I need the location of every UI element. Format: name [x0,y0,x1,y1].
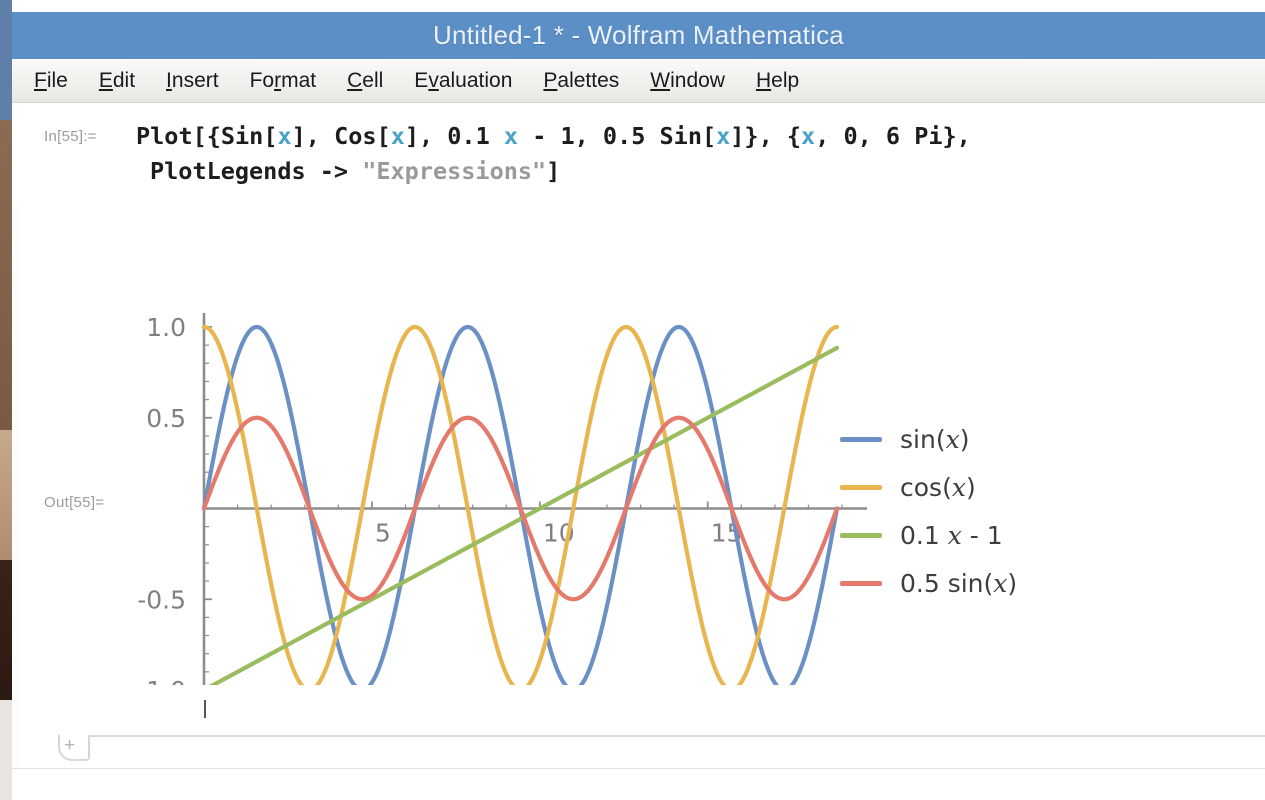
menu-item-cell[interactable]: Cell [347,70,383,91]
plot-legend: sin(x) cos(x) 0.1 x - 1 0.5 sin(x) [840,415,1070,607]
menu-item-edit-mnemonic: E [98,69,113,92]
legend-swatch-linear [840,532,882,538]
svg-text:5: 5 [375,519,391,548]
menu-item-help-rest: elp [771,69,800,92]
plus-icon[interactable]: + [64,733,75,759]
legend-item-linear[interactable]: 0.1 x - 1 [840,511,1070,559]
code-token-5: ], 0.1 [404,122,504,150]
status-bar [12,768,1265,800]
legend-swatch-sin [840,436,882,442]
input-cell-code[interactable]: Plot[{Sin[x], Cos[x], 0.1 x - 1, 0.5 Sin… [136,119,1196,189]
code-token-7: - 1, 0.5 Sin[ [518,122,717,150]
menu-item-evaluation[interactable]: Evaluation [414,70,512,91]
code-line-2: PlotLegends -> "Expressions"] [136,154,1196,189]
menu-item-cell-mnemonic: C [347,69,363,92]
menu-item-evaluation-pre: E [414,69,429,92]
input-cell-label: In[55]:= [44,128,97,145]
legend-item-halfsin[interactable]: 0.5 sin(x) [840,559,1070,607]
menu-item-file-mnemonic: F [34,69,47,92]
code-token-8: x [716,122,731,150]
menu-item-file-rest: ile [46,69,68,92]
menu-item-window-mnemonic: W [650,69,671,92]
menu-item-evaluation-mnemonic: v [428,69,439,92]
svg-text:0.5: 0.5 [146,404,186,433]
legend-label-cos: cos(x) [900,472,976,502]
legend-label-linear: 0.1 x - 1 [900,520,1003,550]
code-token-11: , 0, 6 Pi}, [815,122,971,150]
code-token-3: ], Cos[ [291,122,391,150]
legend-item-cos[interactable]: cos(x) [840,463,1070,511]
legend-swatch-cos [840,484,882,490]
legend-label-halfsin: 0.5 sin(x) [900,568,1018,598]
menu-item-palettes-mnemonic: P [543,69,558,92]
legend-swatch-halfsin [840,580,882,586]
svg-text:1.0: 1.0 [146,313,186,342]
menu-item-format-pre: Fo [249,69,275,92]
legend-item-sin[interactable]: sin(x) [840,415,1070,463]
code-token-2: x [277,122,292,150]
menu-item-help-mnemonic: H [755,69,772,92]
svg-text:-0.5: -0.5 [137,585,186,614]
window-title: Untitled-1 * - Wolfram Mathematica [433,20,844,50]
code-token-13: "Expressions" [362,157,547,185]
svg-text:-1.0: -1.0 [137,676,186,685]
mathematica-window: Untitled-1 * - Wolfram Mathematica File … [12,0,1265,800]
menu-item-edit-rest: dit [112,69,136,92]
menu-item-evaluation-rest: aluation [438,69,513,92]
code-token-9: ]}, { [730,122,802,150]
notebook-left-gutter [12,206,20,800]
menu-item-insert-rest: nsert [171,69,219,92]
title-bar[interactable]: Untitled-1 * - Wolfram Mathematica [12,12,1265,59]
menu-item-file[interactable]: File [34,70,68,91]
menu-item-format[interactable]: Format [250,70,317,91]
code-token-14: ] [546,157,561,185]
menu-item-cell-rest: ell [362,69,384,92]
menu-item-window[interactable]: Window [650,70,725,91]
plot-axes [202,313,867,705]
menu-item-format-rest: mat [281,69,317,92]
code-token-4: x [390,122,405,150]
legend-label-sin: sin(x) [900,424,970,454]
insert-cell-widget[interactable]: + [12,735,1265,765]
code-token-10: x [801,122,816,150]
menu-item-palettes[interactable]: Palettes [543,70,619,91]
code-token-1: Plot[{Sin[ [136,122,278,150]
menu-item-help[interactable]: Help [756,70,799,91]
menu-item-insert[interactable]: Insert [166,70,219,91]
menu-bar: File Edit Insert Format Cell Evaluation … [12,59,1265,103]
code-token-6: x [503,122,519,150]
menu-item-edit[interactable]: Edit [99,70,135,91]
plot-curves [201,324,840,693]
insert-cell-line [90,735,1265,737]
menu-item-window-rest: indow [670,69,725,92]
menu-item-palettes-rest: alettes [557,69,620,92]
code-token-12: PlotLegends -> [150,157,363,185]
text-caret [204,700,206,718]
